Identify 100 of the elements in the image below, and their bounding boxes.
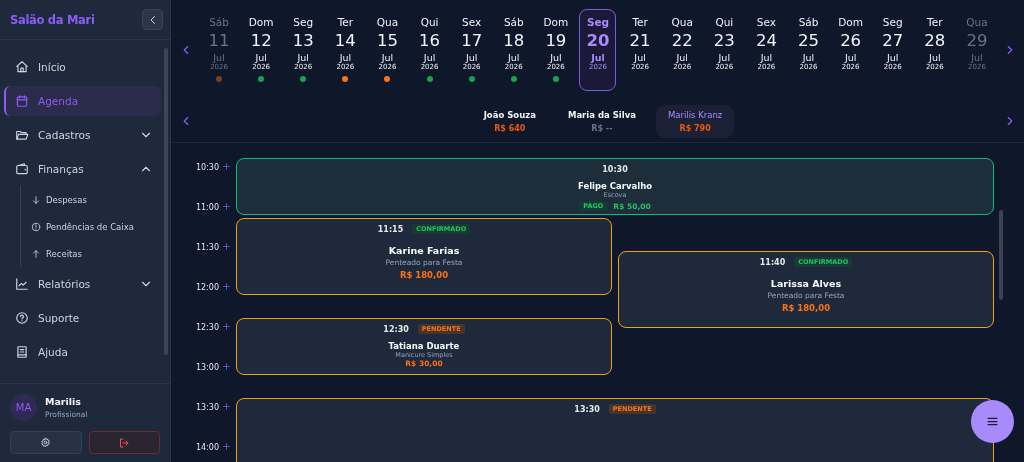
month-label: Jul (887, 52, 899, 63)
revenue-total: R$ 640 (494, 123, 526, 133)
nav-item[interactable]: Finanças (4, 154, 161, 184)
logout-icon (118, 436, 131, 449)
weekday-label: Qua (966, 16, 988, 29)
price-label: R$ 180,00 (781, 303, 831, 314)
appointment-time: 11:40 (759, 257, 786, 267)
month-label: Jul (381, 52, 394, 63)
weekday-label: Qua (671, 16, 693, 29)
house-icon (15, 60, 29, 74)
settings-button[interactable] (10, 431, 82, 454)
time-label: 11:00 (195, 202, 219, 214)
month-label: Jul (802, 52, 815, 63)
month-label: Jul (339, 52, 352, 63)
weekday-label: Sex (756, 16, 776, 29)
day-number: 26 (840, 30, 862, 51)
weekday-label: Dom (248, 16, 274, 29)
nav-subitem[interactable]: Despesas (31, 186, 161, 213)
time-label: 14:00 (195, 442, 219, 454)
calendar-icon (15, 94, 29, 108)
month-label: Jul (465, 52, 478, 63)
day-number: 21 (629, 30, 651, 51)
add-icon[interactable] (222, 402, 231, 411)
weekday-label: Seg (882, 16, 903, 29)
weekday-label: Seg (293, 16, 314, 29)
day-number: 22 (671, 30, 693, 51)
weekday-label: Sáb (209, 16, 229, 29)
weekday-label: Ter (632, 16, 648, 29)
settings-icon (40, 437, 52, 448)
month-label: Jul (634, 52, 646, 63)
month-label: Jul (423, 52, 436, 63)
wallet-icon (15, 162, 29, 176)
chart-icon (15, 277, 29, 291)
brand-logo: Salão da Mari (10, 12, 95, 27)
nav-item[interactable]: Relatórios (4, 269, 161, 299)
arrow-down-icon (31, 194, 41, 205)
add-icon[interactable] (222, 442, 231, 451)
revenue-total: R$ -- (591, 123, 613, 133)
day-number: 11 (208, 30, 230, 51)
day-number: 13 (292, 30, 314, 51)
help-icon (15, 311, 29, 325)
add-icon[interactable] (222, 362, 231, 371)
add-icon[interactable] (222, 162, 231, 171)
weekday-label: Seg (586, 16, 610, 29)
weekday-label: Qui (420, 16, 439, 29)
month-label: Jul (971, 52, 983, 63)
user-avatar: MA (10, 394, 37, 421)
book-icon (15, 345, 29, 359)
day-number: 28 (924, 30, 946, 51)
month-label: Jul (508, 52, 520, 63)
nav-subitem[interactable]: Pendências de Caixa (31, 213, 161, 240)
nav-item[interactable]: Ajuda (4, 337, 161, 367)
day-number: 12 (250, 30, 272, 51)
day-number: 18 (503, 30, 525, 51)
day-number: 25 (798, 30, 819, 51)
add-icon[interactable] (222, 202, 231, 211)
price-label: R$ 180,00 (399, 270, 449, 280)
month-label: Jul (591, 52, 605, 63)
add-icon[interactable] (222, 242, 231, 251)
revenue-total: R$ 790 (679, 123, 711, 133)
client-name: Karine Farias (388, 245, 460, 256)
add-icon[interactable] (222, 322, 231, 331)
time-label: 13:30 (195, 402, 219, 414)
day-number: 16 (419, 30, 441, 51)
collapse-button[interactable] (142, 9, 163, 30)
nav-item[interactable]: Suporte (4, 303, 161, 333)
appointment-time: 11:15 (377, 224, 404, 234)
month-label: Jul (676, 52, 688, 63)
time-label: 11:30 (195, 242, 219, 254)
weekday-label: Sex (462, 16, 482, 29)
professional-tab[interactable]: Maria da Silva R$ -- (555, 104, 648, 138)
day-number: 27 (882, 30, 904, 51)
weekday-label: Dom (838, 16, 863, 29)
weekday-label: Ter (927, 16, 943, 29)
client-name: Tatiana Duarte (388, 341, 460, 351)
day-number: 15 (376, 30, 398, 51)
time-label: 12:30 (195, 322, 219, 334)
day-number: 20 (586, 30, 610, 51)
time-label: 13:00 (195, 362, 219, 374)
day-number: 23 (713, 30, 735, 51)
time-label: 12:00 (195, 282, 219, 294)
month-label: Jul (255, 52, 267, 63)
month-label: Jul (760, 52, 773, 63)
nav-item[interactable]: Início (4, 52, 161, 82)
weekday-label: Ter (337, 16, 354, 29)
nav-subitem[interactable]: Receitas (31, 240, 161, 267)
professional-tab[interactable]: Marilis Kranz R$ 790 (655, 104, 735, 138)
add-icon[interactable] (222, 282, 231, 291)
logout-button[interactable] (88, 431, 160, 454)
month-label: Jul (550, 52, 562, 63)
appointment-time: 13:30 (574, 404, 600, 414)
month-label: Jul (844, 52, 857, 63)
day-number: 14 (334, 30, 356, 51)
month-label: Jul (718, 52, 731, 63)
scrollbar[interactable] (999, 210, 1003, 300)
client-name: Larissa Alves (770, 278, 842, 290)
user-name: Marilis (45, 396, 82, 407)
nav-item[interactable]: Cadastros (4, 120, 161, 150)
professional-tab[interactable]: João Souza R$ 640 (471, 104, 548, 138)
alert-circle-icon (31, 221, 41, 232)
